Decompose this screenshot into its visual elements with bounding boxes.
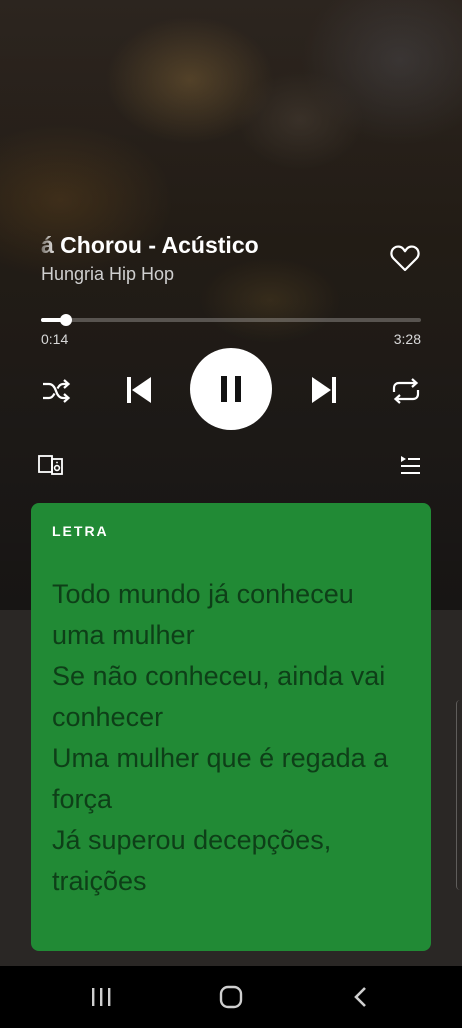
track-title[interactable]: á Chorou - Acústico (41, 229, 371, 261)
lyrics-text: Todo mundo já conheceu uma mulher Se não c… (52, 574, 422, 902)
system-navigation-bar (0, 966, 462, 1028)
pause-icon (221, 376, 241, 402)
home-button[interactable] (214, 980, 248, 1014)
next-button[interactable] (303, 370, 345, 410)
edge-panel-handle[interactable] (456, 700, 462, 890)
heart-outline-icon (390, 245, 420, 272)
lyric-line: Já superou decepções, (52, 825, 332, 855)
play-pause-button[interactable] (190, 348, 272, 430)
elapsed-time: 0:14 (41, 331, 69, 347)
previous-button[interactable] (118, 370, 160, 410)
queue-icon (401, 456, 420, 474)
artist-name[interactable]: Hungria Hip Hop (41, 262, 174, 286)
lyric-line: uma mulher (52, 620, 195, 650)
lyric-line: Se não conheceu, ainda vai (52, 661, 386, 691)
back-button[interactable] (344, 980, 378, 1014)
shuffle-button[interactable] (38, 374, 74, 408)
like-button[interactable] (388, 241, 422, 275)
lyric-line: força (52, 784, 113, 814)
now-playing-screen: á Chorou - Acústico Hungria Hip Hop 0:14… (0, 0, 462, 1028)
lyric-line: Todo mundo já conheceu (52, 579, 354, 609)
total-duration: 3:28 (393, 331, 421, 347)
lyrics-heading: LETRA (52, 523, 109, 539)
repeat-icon (392, 378, 420, 404)
queue-button[interactable] (397, 452, 423, 478)
back-icon (354, 987, 366, 1007)
lyrics-card[interactable]: LETRA Todo mundo já conheceu uma mulher Se… (31, 503, 431, 951)
home-icon (219, 985, 243, 1009)
devices-button[interactable] (36, 452, 66, 478)
lyric-line: traições (52, 866, 147, 896)
recents-button[interactable] (84, 980, 118, 1014)
lyric-line: conhecer (52, 702, 164, 732)
recents-icon (92, 988, 111, 1006)
progress-bar[interactable] (41, 314, 421, 326)
repeat-button[interactable] (388, 374, 424, 408)
skip-previous-icon (127, 377, 151, 403)
skip-next-icon (312, 377, 336, 403)
lyric-line: Uma mulher que é regada a (52, 743, 389, 773)
devices-icon (38, 455, 63, 475)
shuffle-icon (43, 379, 71, 403)
